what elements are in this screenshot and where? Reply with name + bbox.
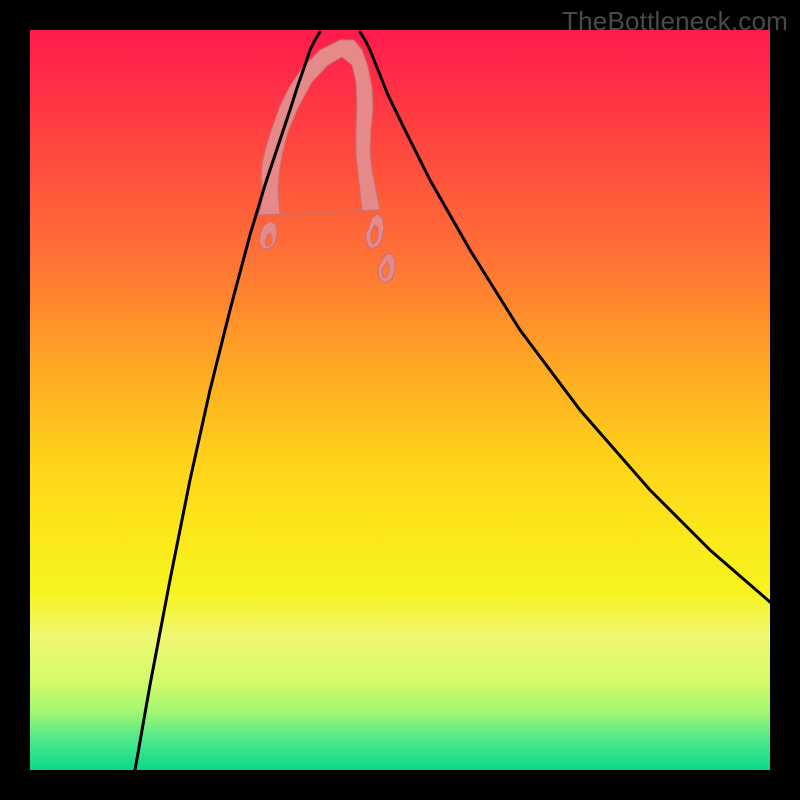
chart-frame: TheBottleneck.com [0,0,800,800]
curve-lines [135,32,770,770]
right-curve [360,32,770,602]
data-blobs [258,40,395,283]
left-small-blob [259,221,277,249]
right-upper-blob [378,253,395,283]
left-curve [135,32,320,770]
right-lower-blob [366,214,384,249]
plot-area [30,30,770,770]
watermark-text: TheBottleneck.com [562,6,788,37]
curve-layer [30,30,770,770]
left-band [258,40,380,215]
